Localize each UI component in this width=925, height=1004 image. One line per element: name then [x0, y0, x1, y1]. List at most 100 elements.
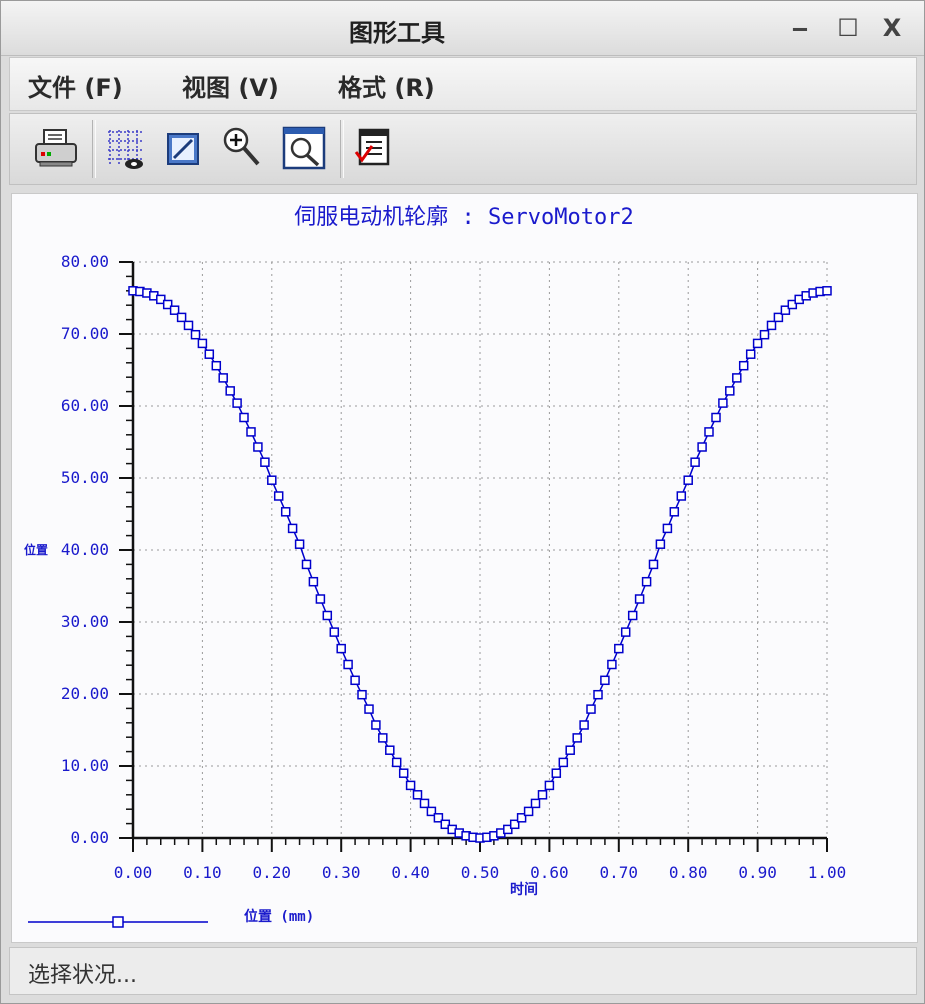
data-point [565, 745, 575, 755]
data-point [683, 475, 693, 485]
minimize-button[interactable]: ‒ [785, 13, 815, 43]
x-tick-label: 1.00 [808, 863, 847, 882]
data-point [357, 689, 367, 700]
x-tick-label: 0.30 [322, 863, 361, 882]
legend-label: 位置 (mm) [244, 908, 314, 925]
x-tick-label: 0.90 [738, 863, 777, 882]
data-point [211, 360, 222, 371]
data-point [759, 329, 770, 340]
title-bar[interactable]: 图形工具 ‒ ☐ X [1, 1, 924, 56]
data-point [260, 457, 270, 467]
window-title: 图形工具 [349, 19, 445, 47]
export-icon [354, 128, 390, 166]
data-point [752, 338, 763, 349]
legend: 位置 (mm) [28, 908, 314, 928]
data-point [204, 349, 215, 359]
data-point [371, 720, 381, 730]
zoom-fit-button[interactable] [280, 124, 328, 172]
data-point [718, 398, 728, 408]
zoom-in-button[interactable] [218, 124, 266, 172]
data-point [301, 559, 312, 570]
data-point [641, 576, 652, 587]
data-point [412, 790, 423, 800]
data-point [537, 790, 548, 800]
data-point [294, 539, 305, 549]
data-point [419, 798, 430, 809]
data-point [766, 320, 777, 331]
position-chart[interactable]: 伺服电动机轮廓 : ServoMotor2 0.00 10.00 20.00 30.0… [12, 194, 917, 942]
data-point [704, 427, 714, 437]
data-point [634, 594, 645, 604]
data-point [225, 386, 235, 396]
chart-title: 伺服电动机轮廓 : ServoMotor2 [294, 205, 633, 230]
toolbar-separator [92, 120, 96, 178]
y-tick-label: 0.00 [70, 828, 109, 847]
y-axis-label: 位置 [24, 542, 48, 557]
data-point [176, 312, 187, 323]
data-point [197, 338, 208, 349]
y-tick-label: 50.00 [61, 468, 109, 487]
export-button[interactable] [350, 124, 398, 172]
chart-grid [133, 261, 828, 838]
y-tick-label: 80.00 [61, 252, 109, 271]
y-tick-label: 30.00 [61, 612, 109, 631]
data-point [398, 768, 409, 778]
data-point [391, 757, 402, 768]
data-point [676, 491, 687, 501]
zoom-fit-icon [282, 126, 326, 170]
y-tick-label: 10.00 [61, 756, 109, 775]
data-point [551, 768, 562, 778]
zoom-in-icon [223, 127, 260, 166]
graph-tool-window: 图形工具 ‒ ☐ X 文件 (F) 视图 (V) 格式 (R) 伺服电动机轮廓 … [0, 0, 925, 1004]
data-point [620, 627, 631, 637]
edit-button[interactable] [160, 124, 208, 172]
data-point [544, 780, 555, 791]
data-point [607, 659, 617, 670]
x-axis-label: 时间 [510, 881, 538, 898]
data-point [572, 733, 582, 743]
printer-icon [35, 129, 77, 167]
x-tick-label: 0.00 [114, 863, 153, 882]
data-point [273, 491, 284, 501]
chart-ticks: 0.00 10.00 20.00 30.00 40.00 50.00 60.00 70.00 8… [61, 252, 846, 882]
data-point [287, 523, 298, 534]
status-bar: 选择状况... [9, 947, 917, 995]
legend-marker [112, 916, 124, 928]
data-point [190, 329, 201, 340]
grid-button[interactable] [102, 124, 150, 172]
toolbar [9, 113, 917, 185]
y-tick-label: 70.00 [61, 324, 109, 343]
status-text: 选择状况... [28, 963, 137, 988]
data-point [822, 286, 832, 296]
data-point [690, 457, 700, 467]
data-point [523, 806, 534, 817]
data-point [246, 427, 256, 437]
menu-file[interactable]: 文件 (F) [28, 68, 123, 103]
x-tick-label: 0.80 [669, 863, 708, 882]
x-tick-label: 0.20 [253, 863, 292, 882]
data-point [586, 704, 596, 714]
data-point [627, 610, 638, 621]
close-button[interactable]: X [877, 13, 907, 43]
x-tick-label: 0.40 [391, 863, 430, 882]
x-tick-label: 0.70 [600, 863, 639, 882]
data-point [405, 780, 416, 791]
data-point [218, 373, 228, 383]
print-button[interactable] [32, 124, 80, 172]
data-point [385, 745, 395, 755]
data-point [732, 373, 742, 383]
x-tick-label: 0.60 [530, 863, 569, 882]
data-point [745, 349, 756, 359]
y-tick-label: 20.00 [61, 684, 109, 703]
y-tick-label: 40.00 [61, 540, 109, 559]
data-point [711, 412, 721, 423]
data-point [253, 442, 263, 452]
maximize-button[interactable]: ☐ [833, 13, 863, 43]
menu-view[interactable]: 视图 (V) [182, 68, 279, 103]
data-point [239, 412, 249, 423]
data-point [364, 704, 374, 714]
menu-format[interactable]: 格式 (R) [338, 68, 435, 103]
data-point [232, 398, 242, 408]
data-point [662, 523, 673, 534]
plot-area[interactable]: 伺服电动机轮廓 : ServoMotor2 0.00 10.00 20.00 30.0… [11, 193, 918, 943]
